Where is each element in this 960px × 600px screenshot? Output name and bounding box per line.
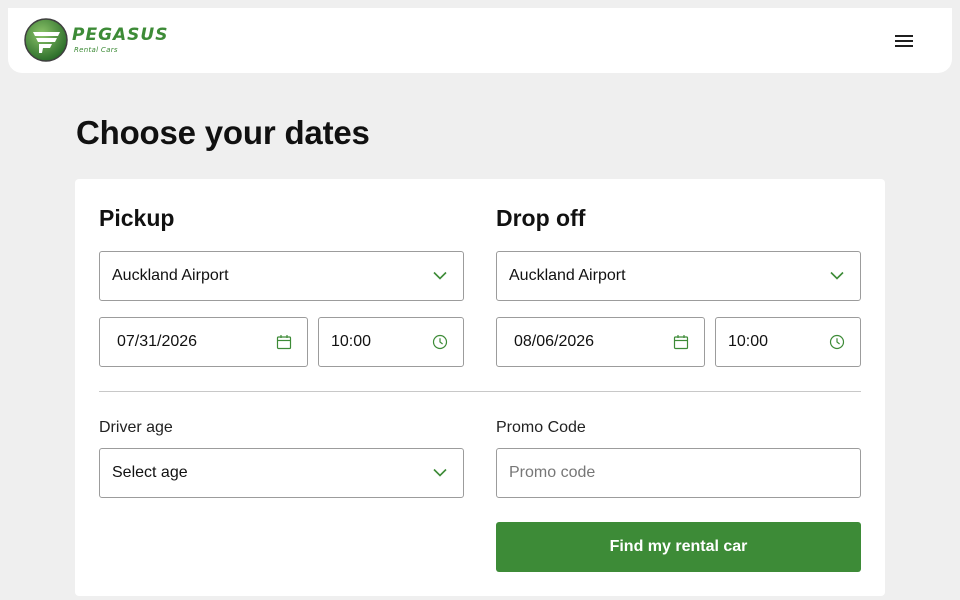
section-divider [99, 391, 861, 392]
booking-form-card: Pickup Auckland Airport 07/31/2026 10:00… [75, 179, 885, 596]
clock-icon [432, 334, 448, 350]
chevron-down-icon [433, 271, 447, 280]
pickup-time-value: 10:00 [331, 333, 372, 350]
promo-code-field [496, 448, 861, 498]
pickup-title: Pickup [99, 205, 175, 231]
driver-age-value: Select age [112, 464, 188, 481]
dropoff-location-select[interactable]: Auckland Airport [496, 251, 861, 301]
pickup-date-value: 07/31/2026 [117, 333, 198, 350]
pickup-time-input[interactable]: 10:00 [318, 317, 464, 367]
hamburger-menu-button[interactable] [892, 30, 916, 52]
chevron-down-icon [830, 271, 844, 280]
dropoff-title: Drop off [496, 205, 586, 231]
pegasus-logo-icon [24, 18, 68, 62]
promo-code-label: Promo Code [496, 419, 586, 436]
find-rental-car-button[interactable]: Find my rental car [496, 522, 861, 572]
dropoff-date-value: 08/06/2026 [514, 333, 595, 350]
pickup-location-value: Auckland Airport [112, 267, 229, 284]
pickup-date-input[interactable]: 07/31/2026 [99, 317, 308, 367]
hamburger-icon [895, 35, 913, 37]
brand-tagline: Rental Cars [74, 46, 118, 54]
calendar-icon [673, 335, 689, 350]
dropoff-date-input[interactable]: 08/06/2026 [496, 317, 705, 367]
page-title: Choose your dates [76, 114, 370, 151]
dropoff-time-value: 10:00 [728, 333, 769, 350]
chevron-down-icon [433, 468, 447, 477]
site-header: PEGASUS Rental Cars [8, 8, 952, 73]
pickup-location-select[interactable]: Auckland Airport [99, 251, 464, 301]
driver-age-select[interactable]: Select age [99, 448, 464, 498]
calendar-icon [276, 335, 292, 350]
brand-wordmark: PEGASUS [72, 25, 169, 45]
driver-age-label: Driver age [99, 419, 173, 436]
clock-icon [829, 334, 845, 350]
dropoff-time-input[interactable]: 10:00 [715, 317, 861, 367]
brand-logo[interactable]: PEGASUS Rental Cars [24, 18, 174, 64]
dropoff-location-value: Auckland Airport [509, 267, 626, 284]
promo-code-input[interactable] [497, 449, 860, 497]
